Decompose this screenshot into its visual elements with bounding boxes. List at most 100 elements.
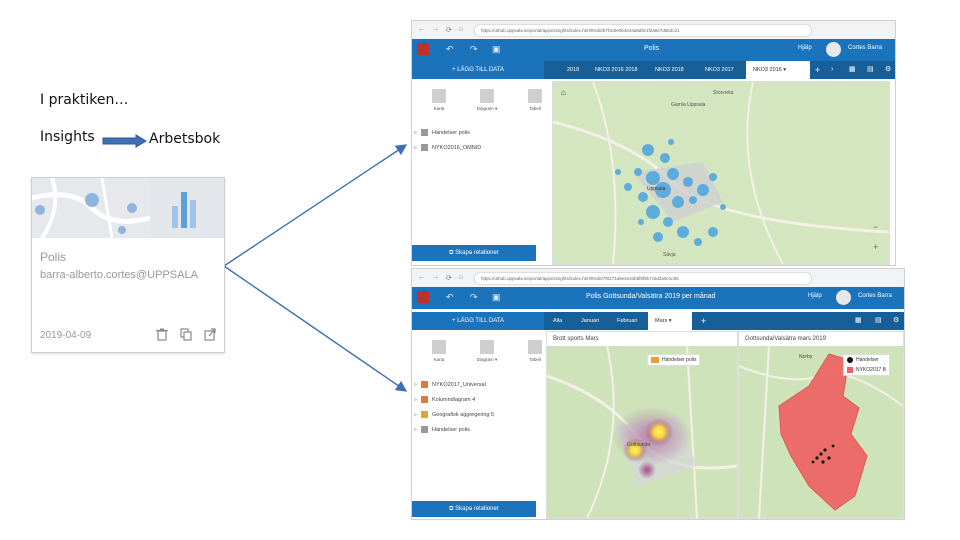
dataset-item[interactable]: ▹ Händelser polis	[414, 129, 470, 136]
dataset-item[interactable]: ▹ NYKO2016_OMNID	[414, 144, 481, 151]
settings-icon[interactable]: ⚙	[886, 312, 904, 330]
insights-logo-icon	[417, 43, 429, 55]
heatmap	[547, 346, 737, 518]
map-label: Storvreta	[713, 90, 734, 96]
tab-alla[interactable]: Alla	[546, 312, 569, 330]
dataset-item[interactable]: ▹ Kolumndiagram 4	[414, 396, 475, 403]
app-header: ↶ ↷ ▣ Polis Gottsunda/Valsätra 2019 per …	[412, 287, 904, 309]
card-title: Gottsunda/Valsätra mars 2019	[745, 336, 826, 342]
aggregation-icon	[421, 411, 429, 418]
home-icon[interactable]: ⌂	[459, 274, 463, 282]
avatar[interactable]	[826, 42, 841, 57]
chevron-right-icon[interactable]: ›	[824, 61, 840, 79]
card-title: Brott sports Mars	[553, 336, 599, 342]
polygon-symbol-icon	[847, 367, 853, 373]
map-card[interactable]: ⌂ Storvreta Uppsala Sävja Gamla Uppsala …	[552, 81, 890, 265]
back-icon[interactable]: ←	[418, 274, 425, 282]
add-data-button[interactable]: + LÄGG TILL DATA	[412, 61, 544, 79]
page-card[interactable]: Polis barra-alberto.cortes@UPPSALA 2019-…	[31, 177, 225, 353]
redo-icon[interactable]: ↷	[470, 44, 478, 55]
map-label: Sävja	[663, 252, 676, 258]
card-title: Polis	[40, 250, 67, 264]
reload-icon[interactable]: ⟳	[446, 274, 452, 282]
map-label: Uppsala	[647, 186, 666, 192]
trash-icon[interactable]	[156, 328, 168, 341]
map-tool[interactable]: Karta	[426, 89, 452, 112]
user-name[interactable]: Cortes Barra	[848, 45, 882, 51]
help-menu[interactable]: Hjälp	[808, 293, 822, 299]
tab-januari[interactable]: Januari	[574, 312, 606, 330]
table-icon	[528, 340, 542, 354]
card-thumbnail	[32, 178, 224, 238]
browser-window-1: ← → ⟳ ⌂ https://uthub.uppsala.se/portal/app…	[411, 20, 896, 266]
reload-icon[interactable]: ⟳	[446, 26, 452, 34]
dataset-item[interactable]: ▹ NYKO2017_Universal	[414, 381, 486, 388]
undo-icon[interactable]: ↶	[446, 44, 454, 55]
add-data-button[interactable]: + LÄGG TILL DATA	[412, 312, 544, 330]
tab-bar: + LÄGG TILL DATA Alla Januari Februari M…	[412, 312, 904, 330]
map-tool[interactable]: Karta	[426, 340, 452, 363]
expand-icon: ▹	[414, 130, 418, 136]
insights-logo-icon	[417, 291, 429, 303]
map-legend[interactable]: Händelser NYKO2017 B	[843, 354, 891, 376]
chart-icon	[421, 396, 429, 403]
tab-nko3-2018[interactable]: NKO3 2018	[648, 61, 691, 79]
map-label: Gottsunda	[627, 442, 651, 448]
browser-window-2: ← → ⟳ ⌂ https://uthub.uppsala.se/portal/app…	[411, 268, 905, 520]
arrow-to-window2	[223, 265, 408, 392]
expand-icon: ▹	[414, 412, 418, 418]
chart-tool[interactable]: Diagram ▾	[474, 89, 500, 112]
home-icon[interactable]: ⌂	[561, 88, 566, 97]
address-bar[interactable]: https://uthub.uppsala.se/portal/apps/ins…	[474, 272, 812, 285]
copy-icon[interactable]	[180, 328, 192, 341]
dataset-item[interactable]: ▹ Geografisk aggregering 5	[414, 411, 494, 418]
heat-swatch-icon	[651, 357, 659, 363]
bubble-map	[553, 82, 889, 264]
share-icon[interactable]	[204, 328, 216, 341]
create-relations-button[interactable]: ⧉ Skapa relationer	[412, 245, 536, 261]
save-icon[interactable]: ▣	[492, 44, 501, 55]
data-panel: Karta Diagram ▾ Tabell ▹ NYKO2017_Univers…	[412, 330, 544, 519]
expand-icon: ▹	[414, 397, 418, 403]
avatar[interactable]	[836, 290, 851, 305]
create-relations-button[interactable]: ⧉ Skapa relationer	[412, 501, 536, 517]
help-menu[interactable]: Hjälp	[798, 45, 812, 51]
map-icon	[432, 89, 446, 103]
arrow-to-window1	[223, 144, 408, 267]
expand-icon: ▹	[414, 145, 418, 151]
forward-icon[interactable]: →	[432, 26, 439, 34]
user-name[interactable]: Cortes Barra	[858, 293, 892, 299]
tab-nko3-2016-2018[interactable]: NKO3 2016 2018	[588, 61, 645, 79]
save-icon[interactable]: ▣	[492, 292, 501, 303]
grid-icon[interactable]: ▦	[848, 312, 869, 330]
data-panel: Karta Diagram ▾ Tabell ▹ Händelser polis …	[412, 79, 544, 265]
redo-icon[interactable]: ↷	[470, 292, 478, 303]
zoom-in-icon[interactable]: +	[873, 242, 878, 252]
tab-nko3-2016[interactable]: NKO3 2016 ▾	[746, 61, 810, 79]
chart-tool[interactable]: Diagram ▾	[474, 340, 500, 363]
add-tab-icon[interactable]: +	[694, 312, 713, 330]
heatmap-card[interactable]: Brott sports Mars Händelser polis Gottsu…	[546, 331, 738, 519]
back-icon[interactable]: ←	[418, 26, 425, 34]
undo-icon[interactable]: ↶	[446, 292, 454, 303]
zoom-out-icon[interactable]: −	[873, 222, 878, 232]
forward-icon[interactable]: →	[432, 274, 439, 282]
address-bar[interactable]: https://uthub.uppsala.se/portal/apps/ins…	[474, 24, 812, 37]
map-label: Norby	[799, 354, 813, 360]
expand-icon: ▹	[414, 382, 418, 388]
map-legend[interactable]: Händelser polis	[647, 354, 701, 366]
tab-2018[interactable]: 2018	[560, 61, 586, 79]
settings-icon[interactable]: ⚙	[878, 61, 895, 79]
polygon-map-card[interactable]: Gottsunda/Valsätra mars 2019 Händelser N…	[738, 331, 904, 519]
app-header: ↶ ↷ ▣ Polis Hjälp Cortes Barra	[412, 39, 895, 61]
tab-mars[interactable]: Mars ▾	[648, 312, 692, 330]
table-tool[interactable]: Tabell	[522, 340, 548, 363]
home-icon[interactable]: ⌂	[459, 26, 463, 34]
table-tool[interactable]: Tabell	[522, 89, 548, 112]
browser-chrome: ← → ⟳ ⌂ https://uthub.uppsala.se/portal/app…	[412, 21, 895, 40]
tab-februari[interactable]: Februari	[610, 312, 644, 330]
tab-nko3-2017[interactable]: NKO3 2017	[698, 61, 741, 79]
dataset-item[interactable]: ▹ Händelser polis	[414, 426, 470, 433]
point-symbol-icon	[847, 357, 853, 363]
page-title: Polis Gottsunda/Valsätra 2019 per månad	[586, 293, 716, 300]
